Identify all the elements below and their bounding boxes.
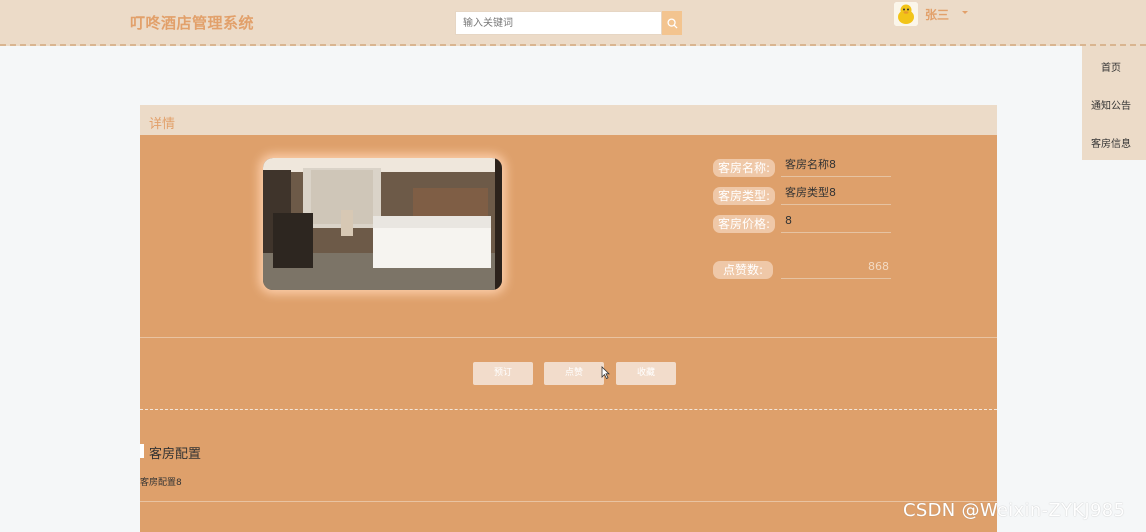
search-input[interactable] (455, 11, 662, 35)
user-menu-caret-icon[interactable] (962, 11, 968, 14)
divider (140, 501, 997, 502)
room-photo (263, 158, 502, 290)
room-name-value: 客房名称8 (781, 155, 891, 177)
room-price-value: 8 (781, 211, 891, 233)
detail-title: 详情 (149, 117, 176, 132)
detail-panel: 客房名称: 客房名称8 客房类型: 客房类型8 客房价格: 8 点赞数: 868… (140, 135, 997, 532)
search-bar (455, 11, 682, 35)
room-type-value: 客房类型8 (781, 183, 891, 205)
site-logo[interactable]: 叮咚酒店管理系统 (130, 12, 254, 33)
room-config-text: 客房配置8 (140, 478, 182, 488)
mouse-cursor-icon (601, 366, 610, 379)
search-button[interactable] (662, 11, 682, 35)
nav-item-rooms[interactable]: 客房信息 (1082, 135, 1140, 150)
room-type-label: 客房类型: (713, 187, 775, 205)
search-icon (666, 17, 678, 29)
room-price-label: 客房价格: (713, 215, 775, 233)
user-name[interactable]: 张三 (925, 6, 949, 23)
nav-item-home[interactable]: 首页 (1082, 59, 1140, 74)
divider (140, 337, 997, 338)
section-marker (140, 444, 144, 458)
like-count-value: 868 (781, 257, 891, 279)
watermark: CSDN @Weixin-ZYKJ985 (903, 500, 1126, 521)
like-button[interactable]: 点赞 (544, 362, 604, 385)
detail-header: 详情 (140, 105, 997, 135)
room-config-title: 客房配置 (149, 447, 202, 462)
nav-item-notices[interactable]: 通知公告 (1082, 97, 1140, 112)
like-count-label: 点赞数: (713, 261, 773, 279)
top-navbar: 叮咚酒店管理系统 张三 (0, 0, 1146, 46)
avatar[interactable] (894, 2, 918, 26)
side-nav: 首页 通知公告 客房信息 (1082, 46, 1146, 160)
room-name-label: 客房名称: (713, 159, 775, 177)
favorite-button[interactable]: 收藏 (616, 362, 676, 385)
dashed-divider (140, 409, 997, 410)
book-button[interactable]: 预订 (473, 362, 533, 385)
